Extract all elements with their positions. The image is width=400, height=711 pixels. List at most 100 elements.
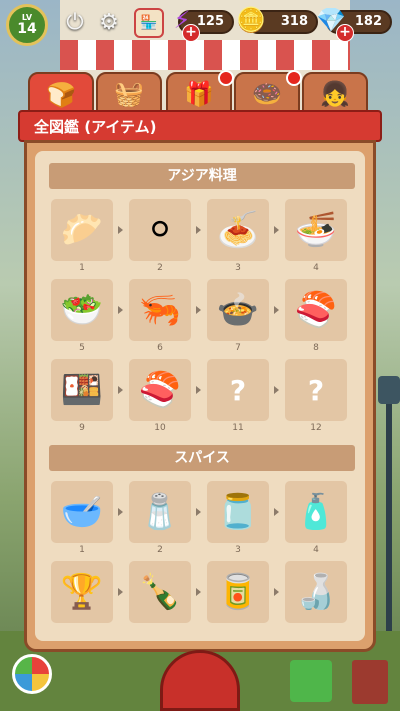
album-item[interactable]: 🍲 — [207, 279, 269, 341]
energy-value: 125 — [196, 14, 224, 29]
item-number: 7 — [235, 343, 241, 353]
notification-dot — [218, 70, 234, 86]
next-arrow — [118, 588, 123, 596]
item-number: 12 — [310, 423, 322, 433]
album-content: アジア料理 🥟 1 ⚪ 2 🍝 3 🍜 4 🥗 5 🦐 6 🍲 7 🍣 8 🍱 9 🍣 10? 11? 12 スパイス 🥣 1 🧂 2… — [35, 151, 365, 641]
next-arrow — [196, 306, 201, 314]
level-value: 14 — [17, 21, 37, 37]
pepper-mill-icon: 🏆 — [60, 572, 104, 612]
album-item[interactable]: 🍣 — [285, 279, 347, 341]
next-arrow — [274, 508, 279, 516]
item-number: 8 — [313, 343, 319, 353]
notification-dot — [286, 70, 302, 86]
album-item[interactable]: 🍶 — [285, 561, 347, 623]
album-item[interactable]: 🥣 — [51, 481, 113, 543]
gift-box-icon: 🎁 — [184, 80, 214, 108]
power-icon[interactable]: ⏻ — [62, 10, 88, 36]
red-sauce-icon: 🫙 — [216, 492, 260, 532]
album-item[interactable]: 🧂 — [129, 481, 191, 543]
album-title: 全図鑑 (アイテム) — [34, 118, 157, 136]
album-item[interactable]: 🥗 — [51, 279, 113, 341]
album-item[interactable]: 🦐 — [129, 279, 191, 341]
album-item[interactable]: 🍝 — [207, 199, 269, 261]
album-item[interactable]: 🫙 — [207, 481, 269, 543]
album-item[interactable]: 🍾 — [129, 561, 191, 623]
flour-bowl-icon: 🥣 — [60, 492, 104, 532]
item-number: 3 — [235, 545, 241, 555]
item-number: 1 — [79, 545, 85, 555]
street-lamp-head — [378, 376, 400, 404]
gear-icon[interactable]: ⚙ — [96, 10, 122, 36]
album-title-bar: 全図鑑 (アイテム) — [18, 110, 382, 142]
album-item[interactable]: 🍜 — [285, 199, 347, 261]
level-badge[interactable]: LV 14 — [6, 4, 48, 46]
unknown-icon: ? — [307, 373, 325, 407]
next-arrow — [118, 508, 123, 516]
sushi-roll-icon: 🍣 — [294, 290, 338, 330]
gift-icon[interactable] — [290, 660, 332, 702]
section-header: アジア料理 — [49, 163, 355, 189]
album-item[interactable]: 🧴 — [285, 481, 347, 543]
next-arrow — [274, 588, 279, 596]
coin-value: 318 — [280, 14, 308, 29]
item-number: 4 — [313, 263, 319, 273]
album-item[interactable]: 🍱 — [51, 359, 113, 421]
album-item[interactable]: 🍣 — [129, 359, 191, 421]
album-item[interactable]: 🏆 — [51, 561, 113, 623]
tofu-soup-icon: 🍲 — [216, 290, 260, 330]
album-item[interactable]: 🥫 — [207, 561, 269, 623]
album-panel: アジア料理 🥟 1 ⚪ 2 🍝 3 🍜 4 🥗 5 🦐 6 🍲 7 🍣 8 🍱 9 🍣 10? 11? 12 スパイス 🥣 1 🧂 2… — [24, 140, 376, 652]
next-arrow — [196, 508, 201, 516]
dumpling-icon: 🥟 — [60, 210, 104, 250]
album-item[interactable]: ⚪ — [129, 199, 191, 261]
item-number: 9 — [79, 423, 85, 433]
next-arrow — [196, 226, 201, 234]
item-number: 6 — [157, 343, 163, 353]
item-number: 2 — [157, 263, 163, 273]
section-header: スパイス — [49, 445, 355, 471]
next-arrow — [196, 588, 201, 596]
next-arrow — [118, 226, 123, 234]
unknown-icon: ? — [229, 373, 247, 407]
shrimp-icon: 🦐 — [138, 290, 182, 330]
next-arrow — [274, 306, 279, 314]
item-number: 2 — [157, 545, 163, 555]
bibimbap-icon: 🥗 — [60, 290, 104, 330]
noodles-icon: 🍝 — [216, 210, 260, 250]
item-number: 5 — [79, 343, 85, 353]
bun-icon: 🍞 — [46, 81, 76, 109]
top-status-bar: LV 14 ⏻ ⚙ 🏪 125 ⚡ + 318 🪙 182 💎 + — [0, 0, 400, 46]
album-item[interactable]: ? — [285, 359, 347, 421]
ring-icon: 🍩 — [252, 80, 282, 108]
street-lamp — [386, 380, 392, 640]
add-gems-button[interactable]: + — [336, 24, 354, 42]
item-number: 3 — [235, 263, 241, 273]
basket-icon: 🧺 — [114, 80, 144, 108]
lucky-wheel-icon[interactable] — [12, 654, 52, 694]
item-number: 4 — [313, 545, 319, 555]
item-number: 11 — [232, 423, 244, 433]
gem-value: 182 — [354, 14, 382, 29]
oil-bottle-icon: 🍶 — [294, 572, 338, 612]
tamago-sushi-icon: 🍱 — [60, 370, 104, 410]
book-icon[interactable] — [352, 660, 388, 704]
buns-icon: ⚪ — [145, 210, 175, 250]
next-arrow — [274, 386, 279, 394]
soy-sauce-icon: 🍾 — [138, 572, 182, 612]
next-arrow — [118, 386, 123, 394]
next-arrow — [196, 386, 201, 394]
item-number: 1 — [79, 263, 85, 273]
shop-icon[interactable]: 🏪 — [134, 8, 164, 38]
item-number: 10 — [154, 423, 166, 433]
next-arrow — [118, 306, 123, 314]
add-energy-button[interactable]: + — [182, 24, 200, 42]
album-item[interactable]: 🥟 — [51, 199, 113, 261]
salmon-sushi-icon: 🍣 — [138, 370, 182, 410]
coin-icon: 🪙 — [236, 6, 266, 34]
character-icon: 👧 — [320, 80, 350, 108]
spice-can-icon: 🥫 — [216, 572, 260, 612]
ramen-icon: 🍜 — [294, 210, 338, 250]
salt-shaker-icon: 🧂 — [138, 492, 182, 532]
next-arrow — [274, 226, 279, 234]
album-item[interactable]: ? — [207, 359, 269, 421]
